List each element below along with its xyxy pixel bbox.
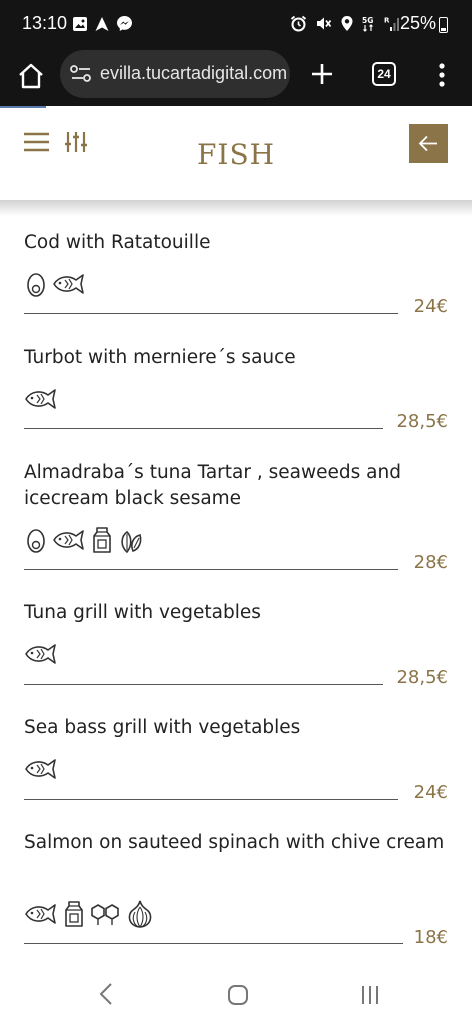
dish-price: 28,5€ — [396, 411, 448, 432]
fish-icon — [25, 759, 56, 779]
status-system-icons: 5G R — [290, 15, 402, 32]
alarm-icon — [290, 15, 307, 32]
price-divider — [24, 428, 383, 429]
svg-text:R: R — [384, 17, 390, 25]
fish-icon — [25, 904, 56, 924]
dish-price: 24€ — [413, 782, 448, 803]
site-settings-icon[interactable] — [70, 64, 92, 84]
dish-price: 18€ — [413, 927, 448, 948]
page-title: FISH — [196, 138, 276, 171]
status-notification-icons — [72, 15, 133, 32]
battery-icon — [439, 17, 448, 33]
nav-home-icon[interactable] — [227, 984, 249, 1006]
location-icon — [341, 16, 353, 31]
dish-price: 28,5€ — [396, 667, 448, 688]
more-options-icon[interactable] — [432, 61, 452, 89]
new-tab-icon[interactable] — [308, 60, 336, 88]
dish-name: Turbot with merniere´s sauce — [24, 347, 296, 368]
arrow-left-icon — [418, 135, 437, 152]
dish-name: Salmon on sauteed spinach with chive cre… — [24, 832, 445, 853]
dish-name: Cod with Ratatouille — [24, 232, 211, 253]
menu-header: FISH — [0, 108, 472, 200]
back-button[interactable] — [409, 124, 448, 163]
fish-icon — [53, 274, 84, 294]
allergen-icons — [24, 640, 58, 668]
soy-icon — [121, 530, 142, 554]
status-time: 13:10 — [22, 13, 68, 33]
system-navigation-bar — [0, 964, 472, 1024]
dish-name: Sea bass grill with vegetables — [24, 717, 301, 738]
mute-icon — [317, 17, 332, 30]
tab-switcher-button[interactable]: 24 — [372, 62, 396, 86]
price-divider — [24, 569, 398, 570]
status-bar: 13:10 5G R 25% — [0, 0, 472, 48]
browser-toolbar: evilla.tucartadigital.com 24 — [0, 48, 472, 106]
price-divider — [24, 313, 398, 314]
fish-icon — [53, 530, 84, 550]
image-icon — [73, 16, 87, 31]
messenger-icon — [117, 16, 132, 31]
dish-name: Tuna grill with vegetables — [24, 602, 261, 623]
menu-item[interactable]: Almadraba´s tuna Tartar , seaweeds and i… — [0, 460, 472, 585]
url-text: evilla.tucartadigital.com — [100, 63, 288, 83]
navigation-arrow-icon — [95, 16, 109, 31]
menu-item[interactable]: Cod with Ratatouille 24€ — [0, 230, 472, 330]
allergen-icons — [24, 755, 58, 783]
allergen-icons — [24, 900, 154, 928]
milk-icon — [93, 527, 111, 553]
egg-icon — [27, 273, 45, 297]
nav-recents-icon[interactable] — [358, 984, 382, 1006]
price-divider — [24, 799, 398, 800]
garlic-icon — [128, 900, 152, 928]
dish-price: 24€ — [413, 296, 448, 317]
menu-item[interactable]: Salmon on sauteed spinach with chive cre… — [0, 830, 472, 955]
fish-icon — [25, 644, 56, 664]
dish-price: 28€ — [413, 552, 448, 573]
menu-item[interactable]: Tuna grill with vegetables 28,5€ — [0, 600, 472, 700]
price-divider — [24, 684, 383, 685]
menu-item[interactable]: Sea bass grill with vegetables 24€ — [0, 715, 472, 815]
allergen-icons — [24, 385, 58, 413]
5g-icon: 5G — [362, 16, 373, 32]
nav-back-icon[interactable] — [96, 982, 116, 1006]
dish-name: Almadraba´s tuna Tartar , seaweeds and i… — [24, 462, 401, 509]
milk-icon — [65, 901, 83, 927]
fish-icon — [25, 389, 56, 409]
header-shadow — [0, 200, 472, 216]
svg-text:5G: 5G — [362, 16, 373, 25]
battery-percent: 25% — [399, 13, 436, 33]
address-bar[interactable]: evilla.tucartadigital.com — [60, 50, 290, 98]
allergen-icons — [24, 270, 86, 298]
home-icon[interactable] — [16, 61, 46, 91]
menu-item[interactable]: Turbot with merniere´s sauce 28,5€ — [0, 345, 472, 445]
allergen-icons — [24, 526, 144, 554]
price-divider — [24, 943, 403, 944]
egg-icon — [27, 529, 45, 553]
sulphites-icon — [91, 904, 119, 925]
